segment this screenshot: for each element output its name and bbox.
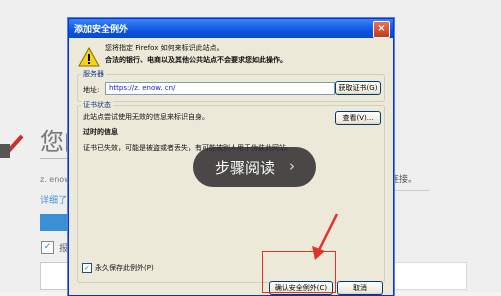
report-checkbox-label: 报 [59, 244, 69, 254]
view-certificate-button[interactable]: 查看(V)... [335, 111, 381, 125]
permanent-exception-checkbox[interactable]: ✓ [82, 263, 92, 273]
warning-icon-large [0, 134, 24, 158]
certificate-status-text: 此站点尝试使用无效的信息来标识自身。 [83, 113, 209, 121]
close-button[interactable]: × [373, 21, 390, 38]
warning-icon [78, 47, 100, 67]
get-certificate-button[interactable]: 获取证书(G) [335, 81, 381, 95]
permanent-exception-label: 永久保存此例外(P) [95, 264, 154, 272]
background-input-right[interactable] [390, 262, 467, 290]
chevron-right-icon: › [289, 157, 295, 175]
intro-warning-text: 合法的银行、电商以及其他公共站点不会要求您如此操作。 [105, 56, 287, 64]
red-arrow-icon [312, 213, 339, 260]
primary-button[interactable] [40, 214, 68, 231]
address-label: 地址: [83, 86, 100, 94]
outdated-info-heading: 过时的信息 [83, 128, 118, 136]
intro-text: 您将指定 Firefox 如何来标识此站点。 [105, 44, 224, 52]
divider [390, 190, 430, 191]
step-reading-button[interactable]: 步骤阅读 › [193, 147, 316, 187]
server-group-label: 服务器 [81, 69, 106, 79]
certificate-status-label: 证书状态 [81, 100, 113, 110]
dialog-title: 添加安全例外 [74, 25, 129, 35]
cancel-button[interactable]: 取消 [337, 281, 383, 295]
connection-text: 连接。 [390, 175, 418, 185]
address-input[interactable]: https://z. enow. cn/ [105, 82, 335, 95]
domain-text: z. enow [40, 175, 71, 184]
report-checkbox[interactable]: ✓ [41, 241, 54, 254]
details-link[interactable]: 详细了 [40, 193, 67, 206]
dialog-titlebar[interactable]: 添加安全例外 × [69, 19, 393, 38]
divider [40, 158, 68, 159]
step-reading-label: 步骤阅读 [215, 159, 276, 177]
